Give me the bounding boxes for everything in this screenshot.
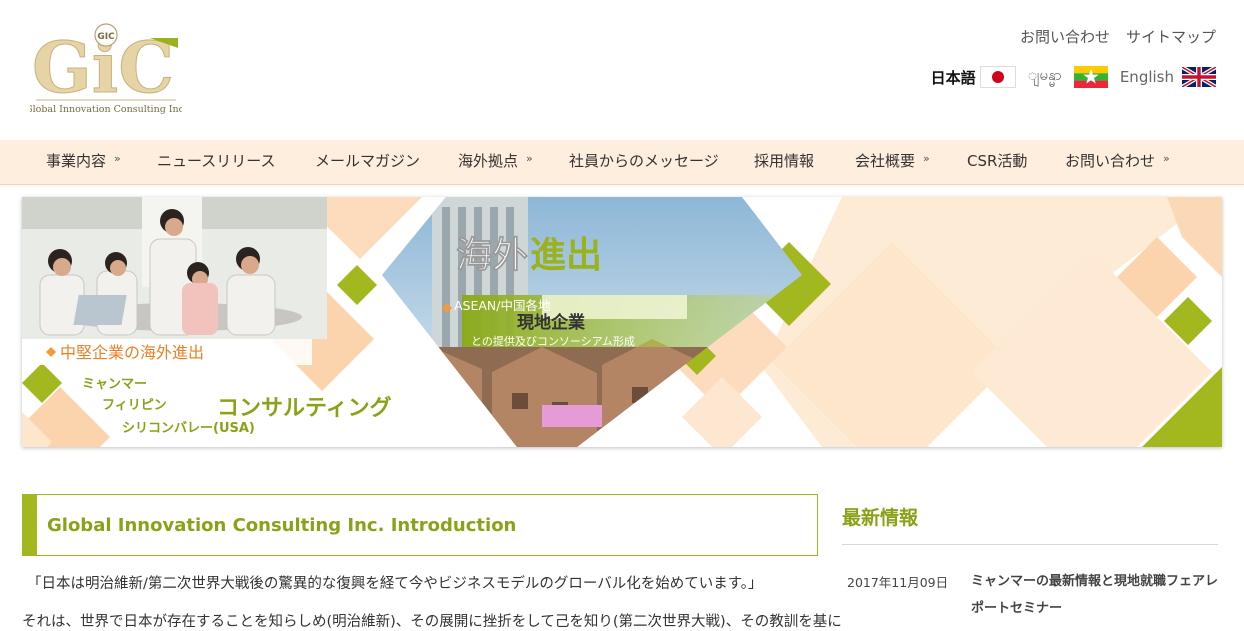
banner-partner: との提供及びコンソーシアム形成: [471, 334, 635, 348]
banner-consulting: コンサルティング: [217, 395, 392, 421]
lang-english[interactable]: English: [1120, 67, 1216, 87]
uk-flag-icon: [1182, 67, 1216, 87]
banner-country-myanmar: ミャンマー: [82, 377, 147, 392]
nav-overseas-bases[interactable]: 海外拠点 »: [458, 140, 533, 184]
nav-company-label: 会社概要: [855, 152, 916, 170]
divider: [842, 544, 1218, 545]
nav-recruitment-label: 採用情報: [754, 152, 815, 170]
banner-local: 現地企業: [517, 312, 585, 333]
chevron-icon: »: [526, 152, 533, 165]
banner-country-silicon-valley: シリコンバレー(USA): [122, 421, 255, 436]
nav-overseas-bases-label: 海外拠点: [458, 152, 519, 170]
nav-company[interactable]: 会社概要 »: [855, 140, 930, 184]
lang-myanmar[interactable]: ျမန္မာ: [1028, 66, 1108, 88]
nav-staff-messages[interactable]: 社員からのメッセージ: [569, 140, 719, 184]
header-sitemap-link[interactable]: サイトマップ: [1126, 26, 1216, 47]
nav-staff-messages-label: 社員からのメッセージ: [569, 152, 719, 170]
intro-title-box: Global Innovation Consulting Inc. Introd…: [22, 494, 818, 556]
intro-paragraph-1: 「日本は明治維新/第二次世界大戦後の驚異的な復興を経て今やビジネスモデルのグロー…: [27, 576, 763, 592]
news-date: 2017年11月09日: [847, 575, 949, 590]
lang-english-label: English: [1119, 68, 1174, 86]
nav-csr[interactable]: CSR活動: [967, 140, 1027, 184]
nav-business[interactable]: 事業内容 »: [46, 140, 121, 184]
nav-csr-label: CSR活動: [967, 152, 1028, 170]
hero-banner[interactable]: 海外 進出 ASEAN/中国各地 現地企業 との提供及びコンソーシアム形成 中堅…: [22, 197, 1222, 447]
banner-mid-company: 中堅企業の海外進出: [60, 343, 204, 362]
news-item-link[interactable]: ミャンマーの最新情報と現地就職フェアレポートセミナー: [971, 568, 1221, 622]
banner-asean: ASEAN/中国各地: [454, 298, 551, 313]
latest-news-title: 最新情報: [842, 507, 919, 529]
banner-headline-a: 海外: [456, 235, 528, 276]
language-selector: 日本語 ျမန္မာ English: [919, 66, 1216, 88]
myanmar-flag-icon: [1073, 66, 1108, 88]
nav-contact-label: お問い合わせ: [1065, 152, 1156, 170]
intro-paragraph-2: それは、世界で日本が存在することを知らしめ(明治維新)、その展開に挫折をして己を…: [22, 614, 842, 630]
nav-business-label: 事業内容: [46, 152, 107, 170]
banner-graphic: 海外 進出 ASEAN/中国各地 現地企業 との提供及びコンソーシアム形成 中堅…: [22, 197, 1222, 447]
nav-contact[interactable]: お問い合わせ »: [1065, 140, 1170, 184]
nav-news-release-label: ニュースリリース: [157, 152, 276, 170]
lang-myanmar-label: ျမန္မာ: [1027, 66, 1062, 84]
logo-subtitle: Global Innovation Consulting Inc.: [30, 104, 182, 115]
chevron-icon: »: [923, 152, 930, 165]
logo-badge: GIC: [97, 32, 115, 42]
header-contact-link[interactable]: お問い合わせ: [1020, 26, 1110, 47]
lang-japanese-label: 日本語: [930, 68, 976, 87]
nav-news-release[interactable]: ニュースリリース: [157, 140, 276, 184]
nav-mail-magazine-label: メールマガジン: [315, 152, 421, 170]
main-nav: 事業内容» ニュースリリース メールマガジン 海外拠点» 社員からのメッセージ …: [0, 140, 1244, 185]
nav-recruitment[interactable]: 採用情報: [754, 140, 814, 184]
lang-japanese[interactable]: 日本語: [931, 66, 1016, 88]
japan-flag-icon: [979, 66, 1016, 88]
banner-country-philippines: フィリピン: [102, 398, 167, 413]
chevron-icon: »: [1163, 152, 1170, 165]
logo[interactable]: GiC GIC Global Innovation Consulting Inc…: [25, 22, 187, 120]
chevron-icon: »: [114, 152, 121, 165]
intro-title: Global Innovation Consulting Inc. Introd…: [47, 515, 517, 536]
header-links: お問い合わせ サイトマップ: [1020, 26, 1216, 47]
nav-mail-magazine[interactable]: メールマガジン: [315, 140, 420, 184]
banner-headline-b: 進出: [530, 235, 602, 276]
